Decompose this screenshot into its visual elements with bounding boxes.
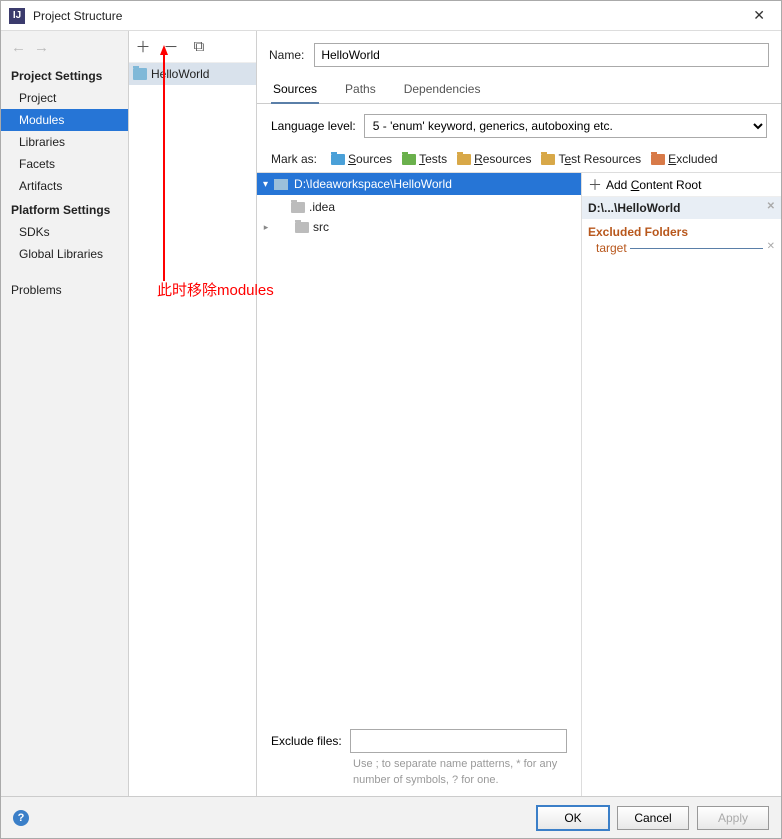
mark-sources-button[interactable]: Sources	[331, 152, 392, 166]
module-item-label: HelloWorld	[151, 67, 209, 81]
exclude-files-label: Exclude files:	[271, 734, 342, 748]
nav-item-libraries[interactable]: Libraries	[1, 131, 128, 153]
folder-orange-icon	[651, 154, 665, 165]
detail-panel: Name: Sources Paths Dependencies Languag…	[257, 31, 781, 796]
mark-tests-button[interactable]: Tests	[402, 152, 447, 166]
nav-item-artifacts[interactable]: Artifacts	[1, 175, 128, 197]
nav-item-global-libraries[interactable]: Global Libraries	[1, 243, 128, 265]
tree-item-label: src	[313, 220, 329, 234]
remove-root-icon[interactable]: ✕	[767, 201, 775, 212]
module-folder-icon	[133, 68, 147, 80]
language-level-label: Language level:	[271, 119, 356, 133]
copy-module-icon[interactable]: ⧉	[191, 39, 207, 55]
apply-button[interactable]: Apply	[697, 806, 769, 830]
tree-item-label: .idea	[309, 200, 335, 214]
mark-excluded-button[interactable]: Excluded	[651, 152, 717, 166]
nav-item-problems[interactable]: Problems	[1, 279, 128, 301]
folder-grey-icon	[295, 222, 309, 233]
titlebar: IJ Project Structure ✕	[1, 1, 781, 31]
chevron-down-icon: ▾	[263, 179, 268, 190]
add-content-root-button[interactable]: ＋ Add Content Root	[582, 173, 781, 197]
mark-resources-button[interactable]: Resources	[457, 152, 531, 166]
nav-item-sdks[interactable]: SDKs	[1, 221, 128, 243]
exclude-hint: Use ; to separate name patterns, * for a…	[271, 757, 567, 788]
name-input[interactable]	[314, 43, 769, 67]
nav-heading-project-settings: Project Settings	[1, 63, 128, 87]
name-label: Name:	[269, 48, 304, 62]
app-icon: IJ	[9, 8, 25, 24]
dialog-footer: ? OK Cancel Apply	[1, 796, 781, 838]
folder-yellow-icon	[457, 154, 471, 165]
folder-blue-icon	[331, 154, 345, 165]
remove-module-icon[interactable]: －	[163, 39, 179, 55]
content-root-path-item[interactable]: D:\...\HelloWorld ✕	[582, 197, 781, 219]
language-level-select[interactable]: 5 - 'enum' keyword, generics, autoboxing…	[364, 114, 767, 138]
remove-excluded-icon[interactable]: ✕	[767, 241, 775, 252]
tree-item-src[interactable]: ▸ src	[257, 217, 581, 237]
content-root-path: D:\Ideaworkspace\HelloWorld	[294, 177, 452, 191]
nav-item-modules[interactable]: Modules	[1, 109, 128, 131]
mark-test-resources-button[interactable]: Test Resources	[541, 152, 641, 166]
content-roots-panel: ＋ Add Content Root D:\...\HelloWorld ✕ E…	[581, 173, 781, 796]
tab-paths[interactable]: Paths	[343, 76, 378, 104]
mark-as-label: Mark as:	[271, 152, 317, 166]
nav-item-facets[interactable]: Facets	[1, 153, 128, 175]
plus-icon: ＋	[588, 175, 602, 195]
left-sidebar: ← → Project Settings Project Modules Lib…	[1, 31, 129, 796]
excluded-folders-header: Excluded Folders	[582, 219, 781, 241]
close-icon[interactable]: ✕	[745, 5, 773, 26]
exclude-files-input[interactable]	[350, 729, 567, 753]
chevron-right-icon[interactable]: ▸	[264, 222, 269, 233]
ok-button[interactable]: OK	[537, 806, 609, 830]
forward-icon[interactable]: →	[34, 39, 49, 56]
folder-icon	[274, 179, 288, 190]
module-item-helloworld[interactable]: HelloWorld	[129, 63, 256, 85]
folder-grey-icon	[291, 202, 305, 213]
folder-green-icon	[402, 154, 416, 165]
nav-heading-platform-settings: Platform Settings	[1, 197, 128, 221]
tab-sources[interactable]: Sources	[271, 76, 319, 104]
tab-dependencies[interactable]: Dependencies	[402, 76, 483, 104]
help-icon[interactable]: ?	[13, 810, 29, 826]
folder-yellow-icon	[541, 154, 555, 165]
nav-item-project[interactable]: Project	[1, 87, 128, 109]
back-icon[interactable]: ←	[11, 39, 26, 56]
window-title: Project Structure	[33, 9, 745, 23]
content-root-row[interactable]: ▾ D:\Ideaworkspace\HelloWorld	[257, 173, 581, 195]
tree-item-idea[interactable]: .idea	[257, 197, 581, 217]
module-list-panel: ＋ － ⧉ HelloWorld	[129, 31, 257, 796]
add-module-icon[interactable]: ＋	[135, 39, 151, 55]
excluded-folder-target[interactable]: target ✕	[582, 241, 781, 257]
cancel-button[interactable]: Cancel	[617, 806, 689, 830]
